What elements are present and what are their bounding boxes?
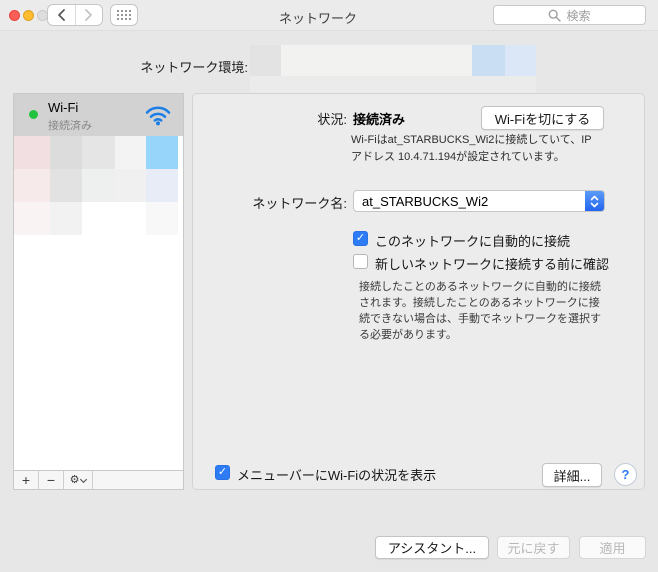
network-preferences-window: ネットワーク 検索 ネットワーク環境: Wi-Fi 接続済み + − ⚙ 状況:… (0, 0, 658, 572)
redacted-list-item[interactable] (14, 202, 178, 235)
menubar-status-checkbox[interactable]: ✓ (215, 465, 230, 480)
wifi-settings-panel: 状況: 接続済み Wi-Fiを切にする Wi-Fiはat_STARBUCKS_W… (192, 93, 645, 490)
redacted-list-item[interactable] (14, 169, 178, 202)
titlebar: ネットワーク 検索 (0, 0, 658, 31)
redacted-segment (505, 45, 536, 76)
minimize-button[interactable] (23, 10, 34, 21)
sidebar-toolbar: + − ⚙ (14, 470, 183, 489)
redacted-segment (250, 45, 281, 76)
add-service-button[interactable]: + (14, 471, 39, 489)
search-placeholder: 検索 (566, 8, 591, 23)
redacted-cell (146, 169, 178, 202)
redacted-segment (281, 45, 472, 76)
window-title: ネットワーク (278, 11, 357, 26)
popup-stepper-icon (585, 191, 604, 211)
redacted-cell (115, 202, 146, 235)
services-sidebar: Wi-Fi 接続済み + − ⚙ (13, 93, 184, 490)
remove-service-button[interactable]: − (39, 471, 64, 489)
sidebar-item-wifi[interactable]: Wi-Fi 接続済み (14, 94, 183, 136)
status-description: Wi-Fiはat_STARBUCKS_Wi2に接続していて、IPアドレス 10.… (351, 134, 592, 163)
revert-button[interactable]: 元に戻す (497, 536, 570, 559)
service-actions-button[interactable]: ⚙ (64, 471, 93, 489)
redacted-cell (50, 169, 82, 202)
network-name-value: at_STARBUCKS_Wi2 (362, 193, 489, 209)
redacted-cell (146, 202, 178, 235)
redacted-cell (14, 202, 50, 235)
service-name: Wi-Fi (48, 100, 79, 115)
grid-icon (117, 10, 131, 20)
redacted-cell (14, 136, 50, 169)
back-button[interactable] (48, 5, 75, 25)
forward-button[interactable] (74, 5, 103, 25)
advanced-button[interactable]: 詳細... (542, 463, 602, 487)
status-label: 状況: (317, 112, 347, 127)
chevron-left-icon (57, 9, 65, 21)
checkmark-icon: ✓ (217, 466, 228, 478)
apply-button[interactable]: 適用 (579, 536, 646, 559)
service-status: 接続済み (48, 120, 92, 132)
redacted-cell (50, 136, 82, 169)
redacted-cell (82, 136, 115, 169)
network-name-popup[interactable]: at_STARBUCKS_Wi2 (353, 190, 605, 212)
network-name-label: ネットワーク名: (252, 196, 347, 211)
gear-icon: ⚙ (69, 474, 80, 486)
turn-off-wifi-button[interactable]: Wi-Fiを切にする (481, 106, 604, 130)
status-value: 接続済み (353, 112, 406, 127)
network-location-label: ネットワーク環境: (140, 60, 248, 75)
sidebar-redacted-list (14, 136, 178, 235)
auto-join-checkbox[interactable]: ✓ (353, 231, 368, 246)
wifi-icon (145, 106, 171, 126)
chevron-down-icon (80, 475, 88, 483)
status-dot-green (29, 110, 38, 119)
chevron-right-icon (85, 9, 93, 21)
auto-join-help-text: 接続したことのあるネットワークに自動的に接続されます。接続したことのあるネットワ… (359, 281, 601, 341)
close-button[interactable] (9, 10, 20, 21)
ask-before-join-label[interactable]: 新しいネットワークに接続する前に確認 (375, 254, 609, 273)
redacted-list-item[interactable] (14, 136, 178, 169)
redacted-segment (472, 45, 505, 76)
search-field[interactable]: 検索 (493, 5, 646, 25)
checkmark-icon: ✓ (355, 232, 366, 244)
redacted-cell (82, 169, 115, 202)
nav-back-forward (47, 4, 103, 26)
help-button[interactable]: ? (614, 463, 637, 486)
redacted-cell (50, 202, 82, 235)
redacted-cell (146, 136, 178, 169)
location-popup-redacted[interactable] (250, 45, 536, 76)
redacted-cell (14, 169, 50, 202)
redacted-cell (115, 136, 146, 169)
menubar-status-label[interactable]: メニューバーにWi-Fiの状況を表示 (237, 465, 436, 484)
ask-before-join-checkbox[interactable]: ✓ (353, 254, 368, 269)
redacted-cell (115, 169, 146, 202)
search-icon (549, 9, 562, 22)
redacted-cell (82, 202, 115, 235)
auto-join-label[interactable]: このネットワークに自動的に接続 (375, 231, 570, 250)
assistant-button[interactable]: アシスタント... (375, 536, 489, 559)
show-all-button[interactable] (110, 4, 138, 26)
